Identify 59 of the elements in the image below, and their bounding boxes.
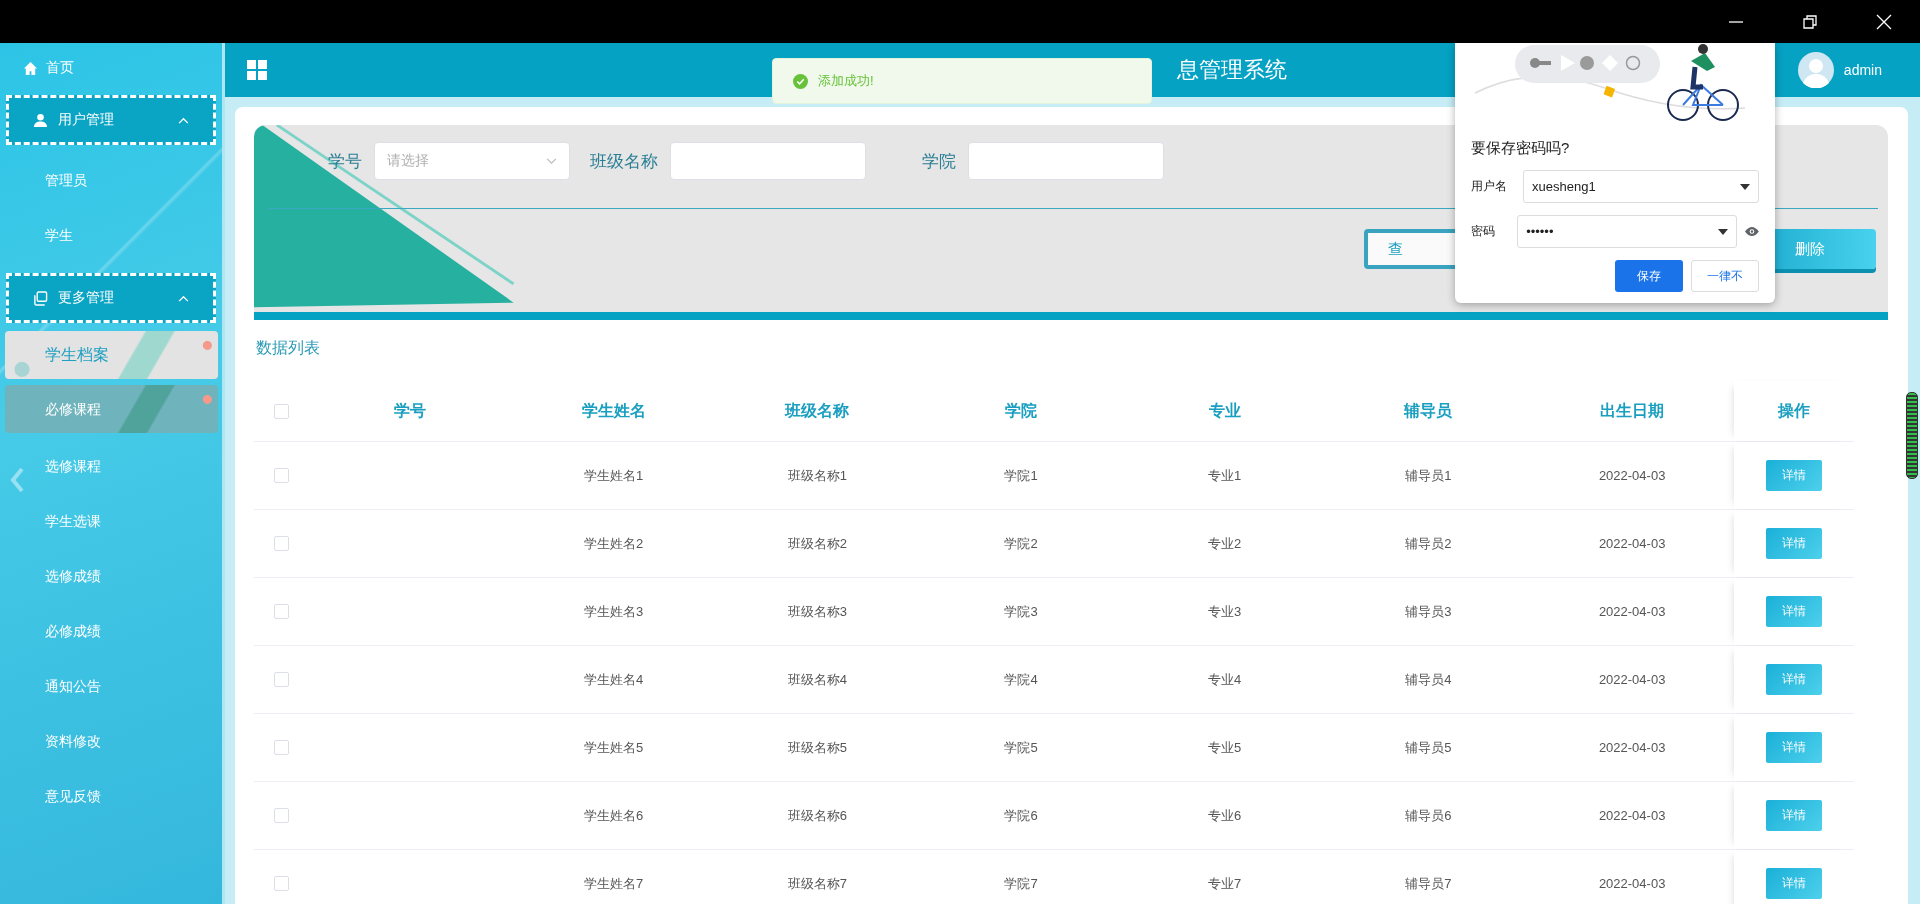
list-title: 数据列表: [256, 338, 321, 358]
column-header: 出生日期: [1600, 400, 1665, 421]
table-cell: 辅导员6: [1405, 806, 1452, 825]
table-cell: 班级名称1: [787, 466, 847, 485]
toast-message: 添加成功!: [818, 72, 874, 90]
table-cell: 2022-04-03: [1598, 468, 1666, 483]
table-cell: 专业5: [1208, 738, 1242, 757]
field-label: 用户名: [1471, 178, 1508, 195]
table-cell: 学院4: [1004, 670, 1038, 689]
table-cell: 班级名称2: [787, 534, 847, 553]
table-cell: 学生姓名4: [583, 670, 644, 689]
table-cell: 班级名称6: [787, 806, 847, 825]
table-cell: 班级名称4: [787, 670, 847, 689]
table-cell: 学院7: [1004, 874, 1038, 893]
table-cell: 专业2: [1208, 534, 1242, 553]
table-cell: 辅导员2: [1405, 534, 1452, 553]
table-cell: 学院2: [1004, 534, 1038, 553]
table-cell: 班级名称5: [787, 738, 847, 757]
column-header: 班级名称: [785, 400, 850, 421]
table-cell: 专业7: [1208, 874, 1242, 893]
table-cell: 专业3: [1208, 602, 1242, 621]
table-cell: 学生姓名6: [583, 806, 644, 825]
table-cell: 辅导员7: [1405, 874, 1452, 893]
table-cell: 2022-04-03: [1598, 808, 1666, 823]
table-cell: 学院6: [1004, 806, 1038, 825]
table-cell: 2022-04-03: [1598, 604, 1666, 619]
table-cell: 辅导员3: [1405, 602, 1452, 621]
table-cell: 学生姓名5: [583, 738, 644, 757]
table-cell: 班级名称3: [787, 602, 847, 621]
table-cell: 学生姓名1: [583, 466, 644, 485]
table-cell: 2022-04-03: [1598, 672, 1666, 687]
table-cell: 2022-04-03: [1598, 740, 1666, 755]
table-cell: 学院1: [1004, 466, 1038, 485]
table-cell: 专业4: [1208, 670, 1242, 689]
table-cell: 学院3: [1004, 602, 1038, 621]
column-header: 学生姓名: [581, 400, 646, 421]
table-cell: 专业1: [1208, 466, 1242, 485]
column-header: 操作: [1778, 400, 1810, 421]
field-label: 密码: [1471, 223, 1496, 240]
table-cell: 学生姓名7: [583, 874, 644, 893]
column-header: 辅导员: [1404, 400, 1453, 421]
table-cell: 班级名称7: [787, 874, 847, 893]
column-header: 学号: [393, 400, 426, 421]
table-cell: 辅导员5: [1405, 738, 1452, 757]
dialog-title: 要保存密码吗?: [1471, 139, 1571, 158]
app-title: 息管理系统: [1177, 56, 1288, 84]
field-label: 学号: [328, 150, 362, 173]
table-cell: 学生姓名3: [583, 602, 644, 621]
table-cell: 2022-04-03: [1598, 876, 1666, 891]
column-header: 学院: [1005, 400, 1037, 421]
column-header: 专业: [1208, 400, 1241, 421]
table-cell: 学院5: [1004, 738, 1038, 757]
table-cell: 学生姓名2: [583, 534, 644, 553]
field-label: 学院: [922, 150, 956, 173]
table-cell: 2022-04-03: [1598, 536, 1666, 551]
field-label: 班级名称: [590, 150, 658, 173]
table-cell: 辅导员1: [1405, 466, 1452, 485]
table-cell: 辅导员4: [1405, 670, 1452, 689]
table-cell: 专业6: [1208, 806, 1242, 825]
